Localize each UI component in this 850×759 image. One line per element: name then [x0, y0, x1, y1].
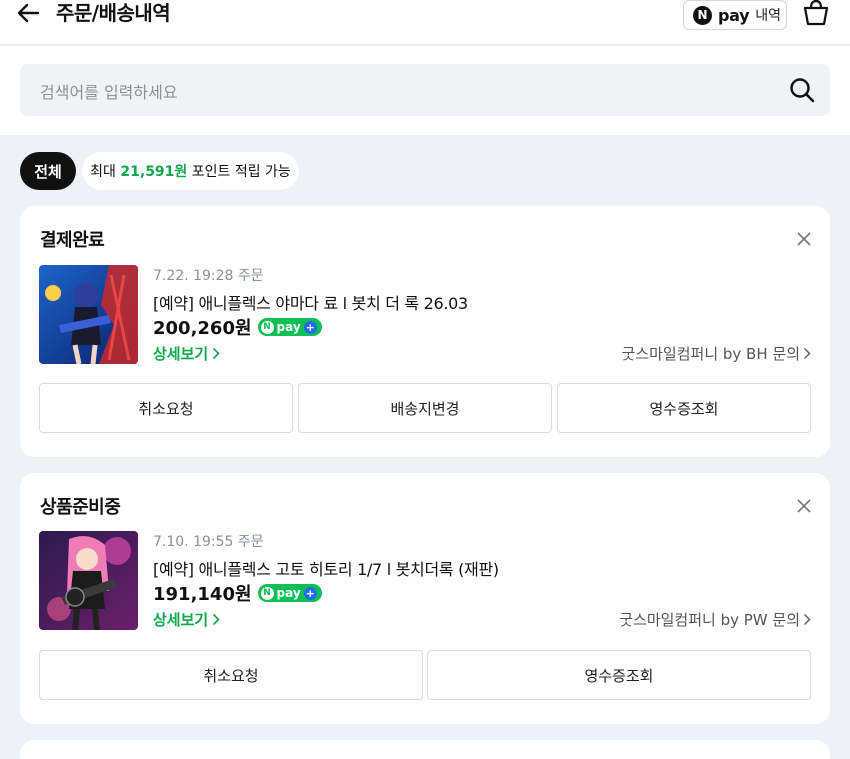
close-icon[interactable]: [796, 231, 812, 247]
order-card: 결제완료 7.22. 19:28 주문 [예약] 애니플렉스 야마다 료 l 봇…: [20, 206, 830, 457]
npay-logo-icon: N: [260, 586, 274, 600]
search-input[interactable]: 검색어를 입력하세요: [20, 64, 830, 116]
page-title: 주문/배송내역: [56, 1, 171, 25]
chevron-right-icon: [213, 347, 220, 360]
filter-all-chip[interactable]: 전체: [20, 152, 76, 190]
back-arrow-icon[interactable]: [14, 0, 44, 28]
cancel-request-button[interactable]: 취소요청: [39, 650, 423, 700]
product-price: 191,140원: [153, 584, 252, 605]
order-status: 결제완료: [40, 230, 105, 251]
chevron-right-icon: [803, 347, 811, 360]
order-card: [20, 740, 830, 759]
order-status: 상품준비중: [40, 497, 121, 518]
detail-label: 상세보기: [153, 611, 209, 629]
seller-label: 굿스마일컴퍼니 by PW 문의: [619, 611, 800, 629]
close-icon[interactable]: [796, 498, 812, 514]
product-name[interactable]: [예약] 애니플렉스 야마다 료 l 봇치 더 록 26.03: [153, 290, 468, 314]
npay-word: pay: [718, 5, 750, 25]
search-section: 검색어를 입력하세요: [0, 46, 850, 135]
npay-badge-word: pay: [276, 320, 301, 334]
product-name[interactable]: [예약] 애니플렉스 고토 히토리 1/7 l 봇치더록 (재판): [153, 556, 499, 580]
seller-inquiry-link[interactable]: 굿스마일컴퍼니 by PW 문의: [619, 609, 811, 630]
detail-label: 상세보기: [153, 345, 209, 363]
plus-icon: +: [303, 320, 317, 334]
search-placeholder: 검색어를 입력하세요: [40, 83, 178, 102]
detail-link[interactable]: 상세보기: [153, 609, 220, 630]
top-bar: 주문/배송내역 N pay 내역: [0, 0, 850, 45]
search-icon[interactable]: [788, 76, 816, 104]
npay-logo-icon: N: [260, 320, 274, 334]
npay-badge-word: pay: [276, 586, 301, 600]
product-thumbnail[interactable]: [39, 265, 138, 364]
detail-link[interactable]: 상세보기: [153, 343, 220, 364]
point-suffix: 포인트 적립 가능: [191, 164, 291, 180]
npay-plus-badge: N pay +: [257, 318, 322, 336]
npay-plus-badge: N pay +: [257, 584, 322, 602]
product-thumbnail[interactable]: [39, 531, 138, 630]
point-amount: 21,591원: [120, 164, 188, 180]
seller-inquiry-link[interactable]: 굿스마일컴퍼니 by BH 문의: [622, 343, 811, 364]
chevron-right-icon: [803, 613, 811, 626]
price-row: 200,260원 N pay +: [153, 314, 322, 340]
plus-icon: +: [303, 586, 317, 600]
point-info-chip[interactable]: 최대 21,591원 포인트 적립 가능: [82, 152, 299, 190]
receipt-button[interactable]: 영수증조회: [427, 650, 811, 700]
order-date: 7.10. 19:55 주문: [153, 534, 264, 550]
point-prefix: 최대: [90, 164, 116, 180]
order-date: 7.22. 19:28 주문: [153, 268, 264, 284]
change-address-button[interactable]: 배송지변경: [298, 383, 552, 433]
cancel-request-button[interactable]: 취소요청: [39, 383, 293, 433]
npay-history-button[interactable]: N pay 내역: [683, 0, 787, 30]
npay-logo-icon: N: [693, 5, 712, 25]
npay-history-label: 내역: [755, 8, 782, 24]
product-price: 200,260원: [153, 318, 252, 339]
receipt-button[interactable]: 영수증조회: [557, 383, 811, 433]
seller-label: 굿스마일컴퍼니 by BH 문의: [621, 345, 800, 363]
chevron-right-icon: [213, 613, 220, 626]
shopping-basket-icon[interactable]: [801, 0, 831, 28]
order-card: 상품준비중 7.10. 19:55 주문 [예약] 애니플렉스 고토 히토리 1…: [20, 473, 830, 724]
price-row: 191,140원 N pay +: [153, 580, 322, 606]
